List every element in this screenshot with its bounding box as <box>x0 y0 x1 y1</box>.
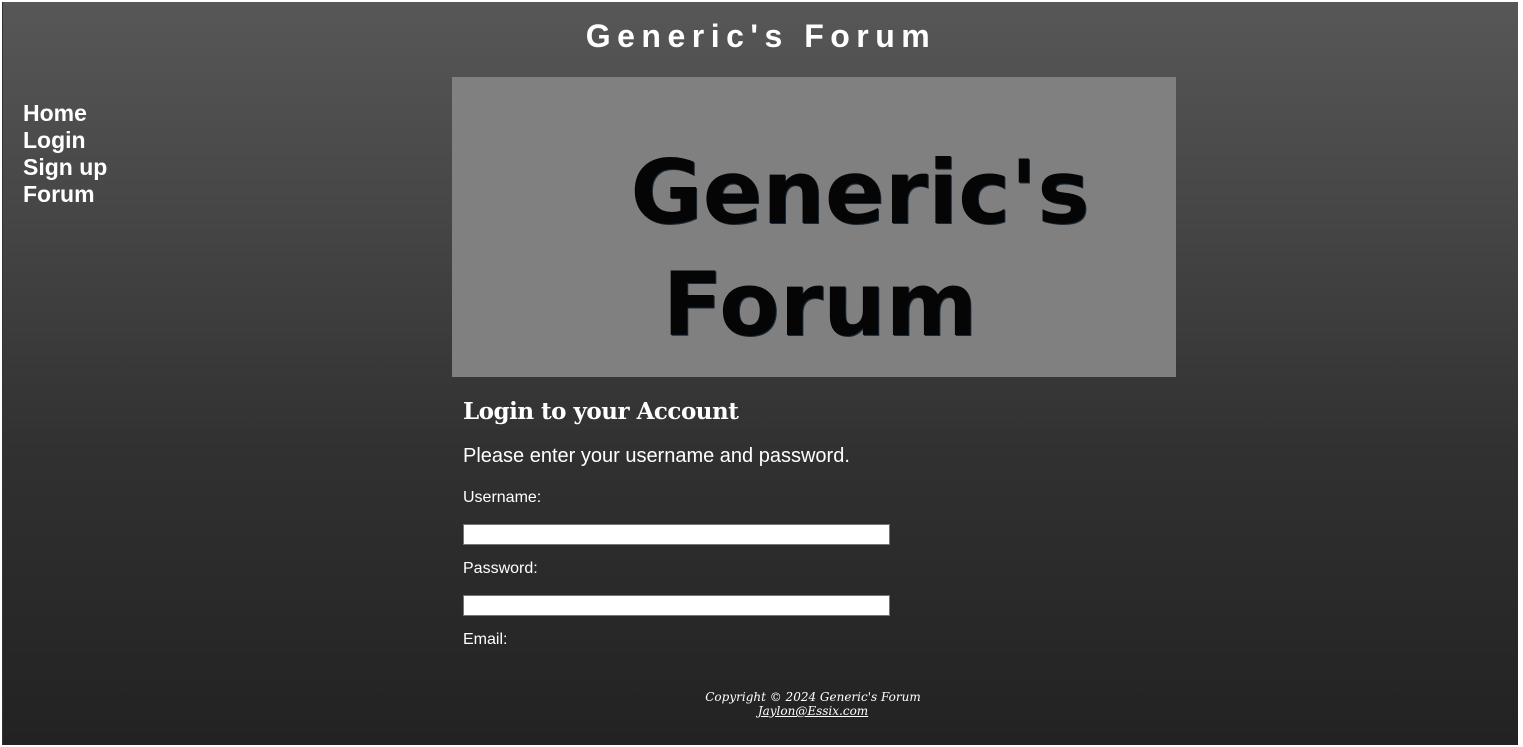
login-instructions: Please enter your username and password. <box>463 445 850 467</box>
email-label: Email: <box>463 631 508 648</box>
nav-login-link[interactable]: Login <box>23 127 107 154</box>
nav-signup-link[interactable]: Sign up <box>23 154 107 181</box>
password-label: Password: <box>463 560 538 577</box>
main-nav: Home Login Sign up Forum <box>23 100 107 208</box>
footer: Copyright © 2024 Generic's Forum Jaylon@… <box>3 690 1523 718</box>
banner-line-1: Generic's <box>630 141 1090 244</box>
password-input[interactable] <box>463 595 890 616</box>
username-label: Username: <box>463 489 542 506</box>
contact-email-link[interactable]: Jaylon@Essix.com <box>758 704 868 718</box>
login-heading: Login to your Account <box>463 398 739 425</box>
username-input[interactable] <box>463 524 890 545</box>
nav-forum-link[interactable]: Forum <box>23 181 107 208</box>
copyright-text: Copyright © 2024 Generic's Forum <box>705 690 921 704</box>
banner-line-2: Forum <box>662 253 978 356</box>
site-title: Generic's Forum <box>585 18 937 54</box>
banner-logo: Generic's Forum <box>452 137 1176 361</box>
nav-home-link[interactable]: Home <box>23 100 107 127</box>
login-section: Login to your Account Please enter your … <box>463 397 1163 648</box>
banner-image: Generic's Forum <box>452 77 1176 377</box>
page-frame: Generic's Forum Home Login Sign up Forum… <box>2 2 1518 745</box>
